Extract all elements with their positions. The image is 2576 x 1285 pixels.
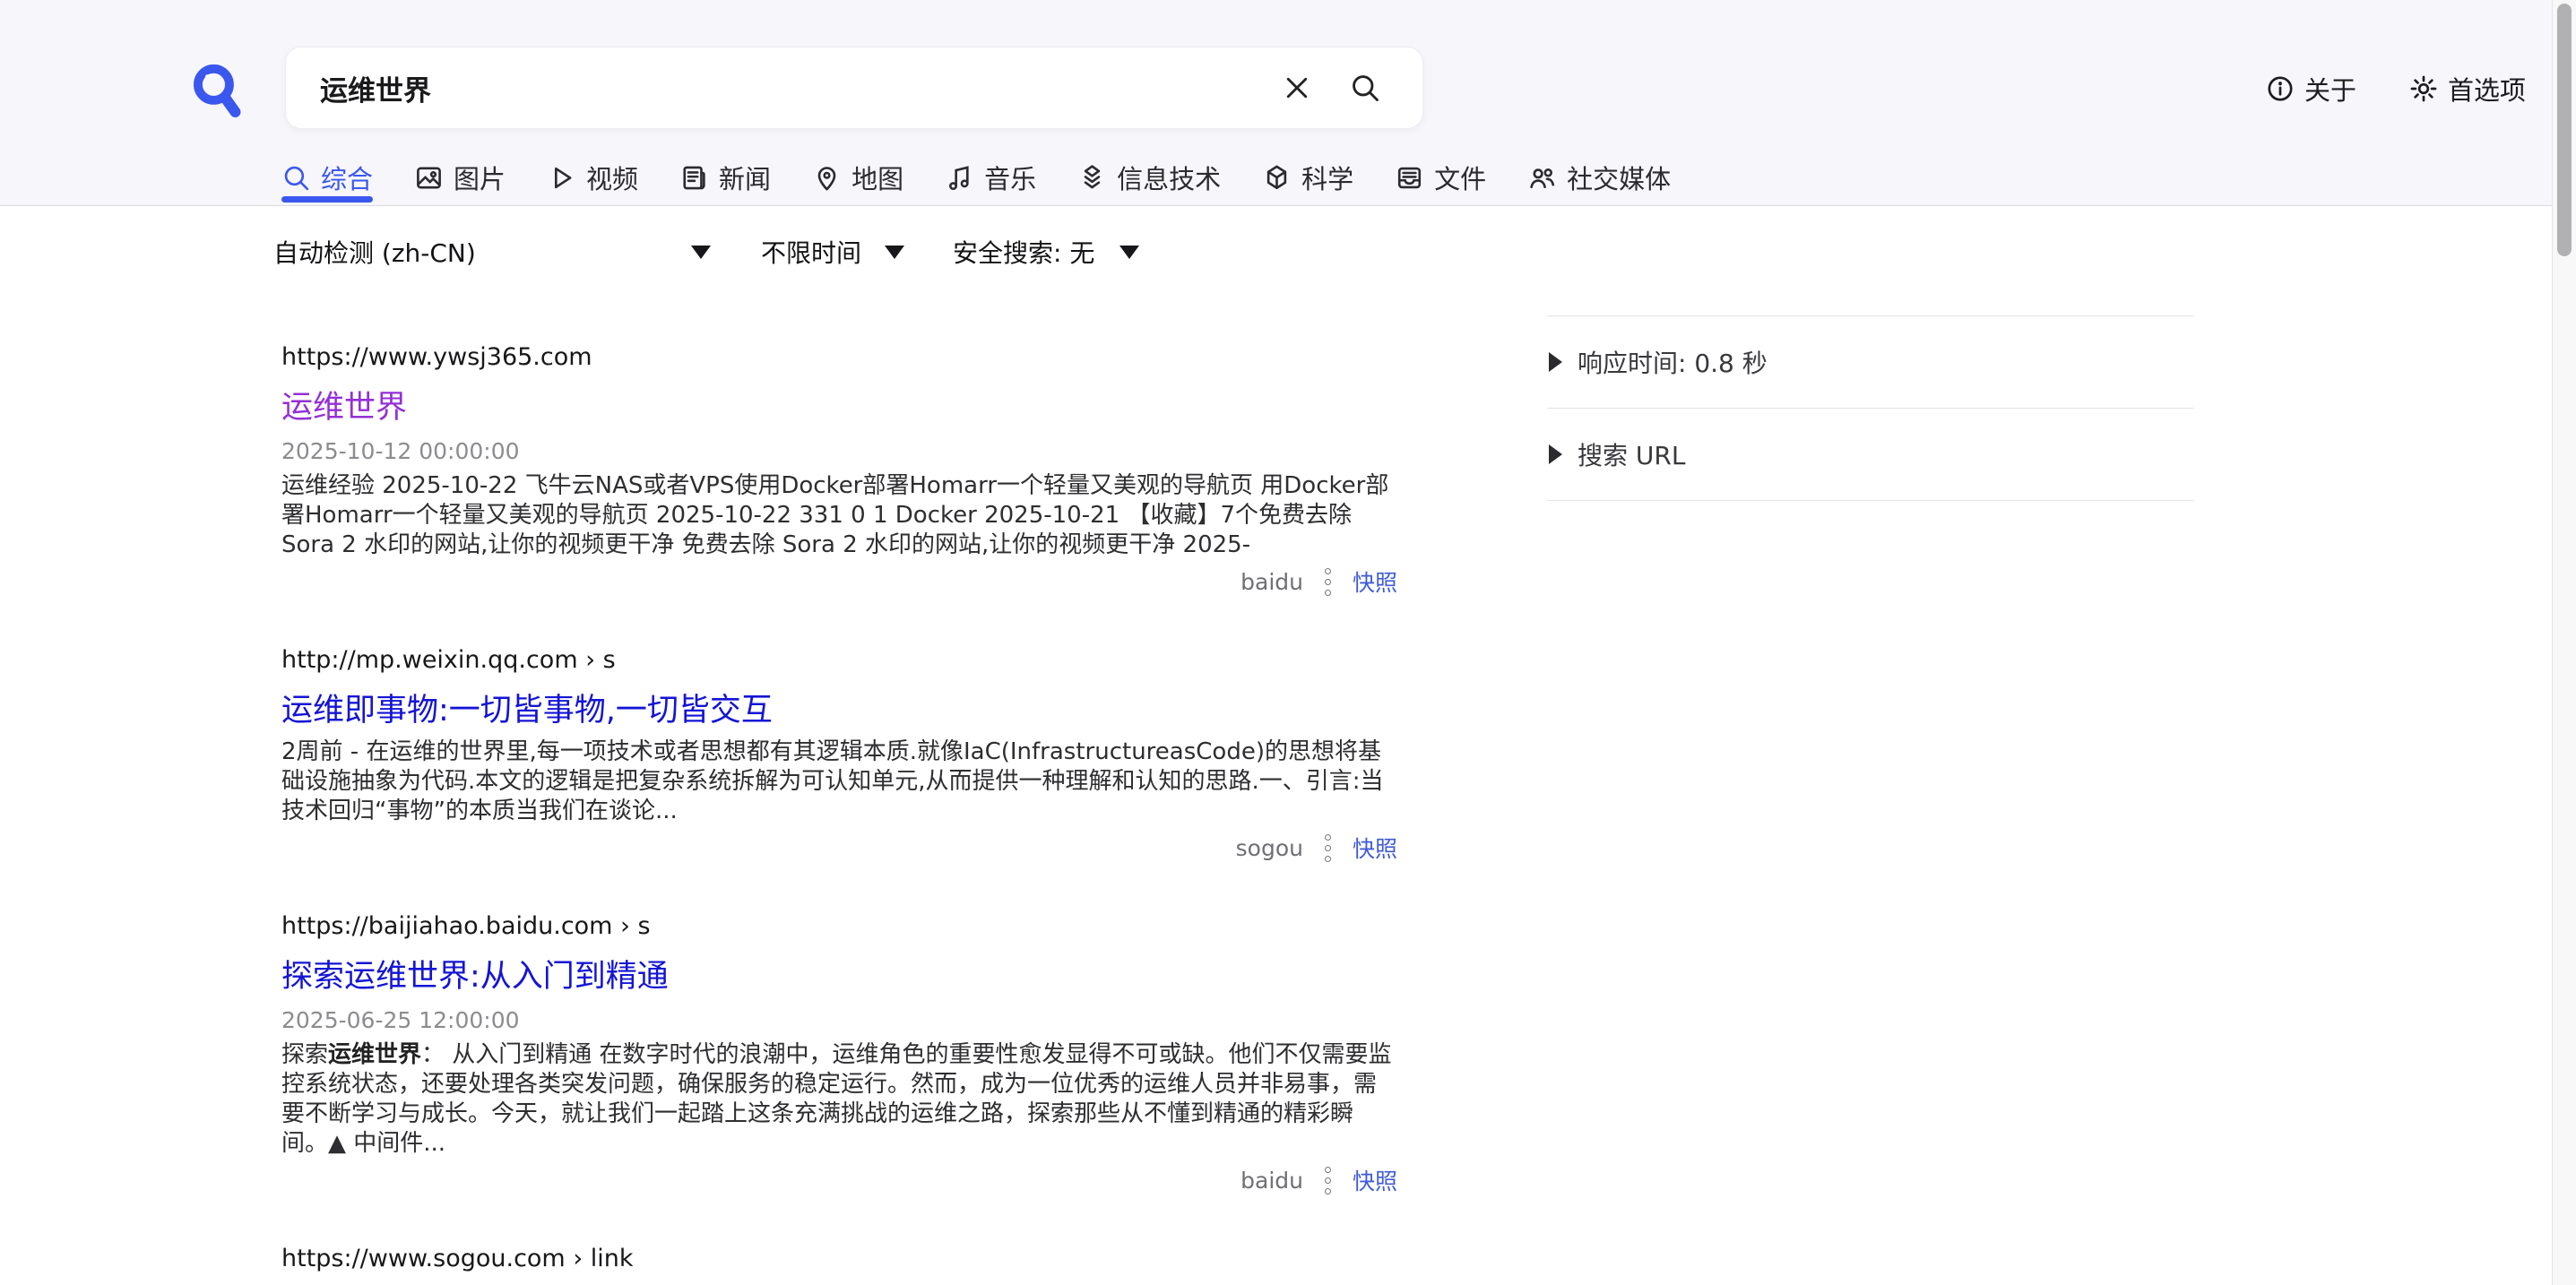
result-snapshot-link[interactable]: 快照 — [1353, 1164, 1397, 1196]
result-item: https://baijiahao.baidu.com › s 探索运维世界:从入… — [281, 912, 1397, 1196]
tab-news[interactable]: 新闻 — [679, 150, 771, 205]
play-icon — [547, 163, 576, 193]
kebab-dots-icon[interactable] — [1323, 566, 1333, 598]
result-footer: baidu 快照 — [281, 1164, 1397, 1196]
result-url-link[interactable]: https://www.sogou.com › link — [281, 1245, 633, 1272]
caret-down-icon — [1119, 246, 1139, 259]
result-snapshot-link[interactable]: 快照 — [1353, 832, 1397, 864]
people-icon — [1527, 163, 1557, 193]
sidebar-response-time[interactable]: 响应时间: 0.8 秒 — [1547, 316, 2194, 409]
scrollbar-thumb[interactable] — [2557, 4, 2572, 256]
preferences-label: 首选项 — [2448, 70, 2526, 108]
tab-label: 综合 — [321, 159, 373, 196]
result-url-link[interactable]: http://mp.weixin.qq.com › s — [281, 646, 616, 674]
tab-label: 图片 — [454, 159, 506, 196]
filter-value: 安全搜索: 无 — [953, 234, 1094, 270]
result-title-link[interactable]: 探索运维世界:从入门到精通 — [281, 951, 669, 996]
tab-label: 信息技术 — [1117, 159, 1221, 196]
kebab-dots-icon[interactable] — [1323, 832, 1333, 864]
search-input[interactable] — [286, 47, 1281, 128]
language-select[interactable]: 自动检测 (zh-CN) — [273, 234, 711, 270]
tab-general[interactable]: 综合 — [281, 150, 373, 205]
info-icon — [2265, 73, 2295, 104]
result-engine-label: baidu — [1240, 569, 1303, 595]
result-footer: sogou 快照 — [281, 832, 1397, 864]
cube-icon — [1262, 163, 1292, 193]
triangle-right-icon — [1549, 352, 1562, 372]
search-actions — [1281, 72, 1422, 104]
tab-label: 视频 — [586, 159, 638, 196]
kebab-dots-icon[interactable] — [1323, 1165, 1333, 1196]
tab-label: 社交媒体 — [1567, 159, 1671, 196]
layers-icon — [1077, 163, 1107, 193]
tab-map[interactable]: 地图 — [812, 150, 903, 205]
result-url-link[interactable]: https://www.ywsj365.com — [281, 343, 592, 371]
result-snippet: 运维经验 2025-10-22 飞牛云NAS或者VPS使用Docker部署Hom… — [281, 471, 1397, 560]
tab-label: 音乐 — [984, 159, 1036, 196]
result-url-link[interactable]: https://baijiahao.baidu.com › s — [281, 912, 651, 940]
result-date: 2025-06-25 12:00:00 — [281, 1007, 1397, 1033]
triangle-right-icon — [1549, 444, 1562, 464]
result-title-link[interactable]: 运维世界 — [281, 382, 407, 427]
top-nav: 关于 首选项 — [2265, 70, 2526, 108]
search-submit-icon[interactable] — [1349, 72, 1381, 104]
filters-bar: 自动检测 (zh-CN) 不限时间 安全搜索: 无 — [273, 231, 1139, 272]
inbox-icon — [1395, 163, 1424, 193]
search-header: 关于 首选项 综合 图片 视频 新闻 地图 音乐 信息技术 科学 文件 社交媒体 — [0, 0, 2576, 206]
newspaper-icon — [679, 163, 709, 193]
filter-value: 不限时间 — [761, 234, 861, 270]
sidebar-row-label: 响应时间: 0.8 秒 — [1578, 344, 1768, 380]
tab-social-media[interactable]: 社交媒体 — [1527, 150, 1671, 205]
tab-it[interactable]: 信息技术 — [1077, 150, 1221, 205]
result-footer: baidu 快照 — [281, 565, 1397, 598]
result-engine-label: baidu — [1240, 1168, 1303, 1194]
time-range-select[interactable]: 不限时间 — [761, 234, 904, 270]
caret-down-icon — [691, 246, 711, 259]
result-snippet: 探索运维世界： 从入门到精通 在数字时代的浪潮中，运维角色的重要性愈发显得不可或… — [281, 1040, 1397, 1159]
tab-label: 地图 — [851, 159, 903, 196]
tab-label: 科学 — [1301, 159, 1353, 196]
tab-label: 文件 — [1434, 159, 1486, 196]
result-snippet: 2周前 - 在运维的世界里,每一项技术或者思想都有其逻辑本质.就像IaC(Inf… — [281, 737, 1397, 826]
music-note-icon — [945, 163, 974, 193]
about-link[interactable]: 关于 — [2265, 70, 2356, 108]
search-form — [285, 47, 1423, 129]
site-logo-magnifier-icon[interactable] — [188, 57, 251, 125]
tab-images[interactable]: 图片 — [414, 150, 506, 205]
about-label: 关于 — [2304, 70, 2356, 108]
clear-search-icon[interactable] — [1281, 72, 1313, 104]
tab-videos[interactable]: 视频 — [547, 150, 638, 205]
result-item: http://mp.weixin.qq.com › s 运维即事物:一切皆事物,一… — [281, 646, 1397, 864]
preferences-link[interactable]: 首选项 — [2408, 70, 2526, 108]
info-sidebar: 响应时间: 0.8 秒搜索 URL — [1547, 315, 2194, 501]
page-scrollbar[interactable] — [2552, 0, 2576, 1285]
tab-label: 新闻 — [719, 159, 771, 196]
result-engine-label: sogou — [1236, 835, 1303, 861]
magnifier-icon — [281, 163, 311, 193]
sidebar-row-label: 搜索 URL — [1578, 436, 1685, 472]
map-pin-icon — [812, 163, 842, 193]
filter-value: 自动检测 (zh-CN) — [273, 234, 476, 270]
result-date: 2025-10-12 00:00:00 — [281, 438, 1397, 464]
tab-files[interactable]: 文件 — [1395, 150, 1486, 205]
safesearch-select[interactable]: 安全搜索: 无 — [953, 234, 1139, 270]
result-snapshot-link[interactable]: 快照 — [1353, 565, 1397, 598]
caret-down-icon — [885, 246, 904, 259]
gear-icon — [2408, 73, 2439, 104]
tab-science[interactable]: 科学 — [1262, 150, 1353, 205]
sidebar-search-url[interactable]: 搜索 URL — [1547, 409, 2194, 501]
search-results-page: 关于 首选项 综合 图片 视频 新闻 地图 音乐 信息技术 科学 文件 社交媒体 自动检测 (zh… — [0, 0, 2576, 1285]
result-title-link[interactable]: 运维即事物:一切皆事物,一切皆交互 — [281, 685, 773, 730]
tab-music[interactable]: 音乐 — [945, 150, 1036, 205]
results-list: https://www.ywsj365.com 运维世界 2025-10-12 00… — [281, 343, 1397, 1285]
image-icon — [414, 163, 444, 193]
result-item: https://www.sogou.com › link运维世界大会干货总结_知… — [281, 1245, 1397, 1285]
result-item: https://www.ywsj365.com 运维世界 2025-10-12 00… — [281, 343, 1397, 598]
category-tabs: 综合 图片 视频 新闻 地图 音乐 信息技术 科学 文件 社交媒体 — [281, 150, 1671, 205]
